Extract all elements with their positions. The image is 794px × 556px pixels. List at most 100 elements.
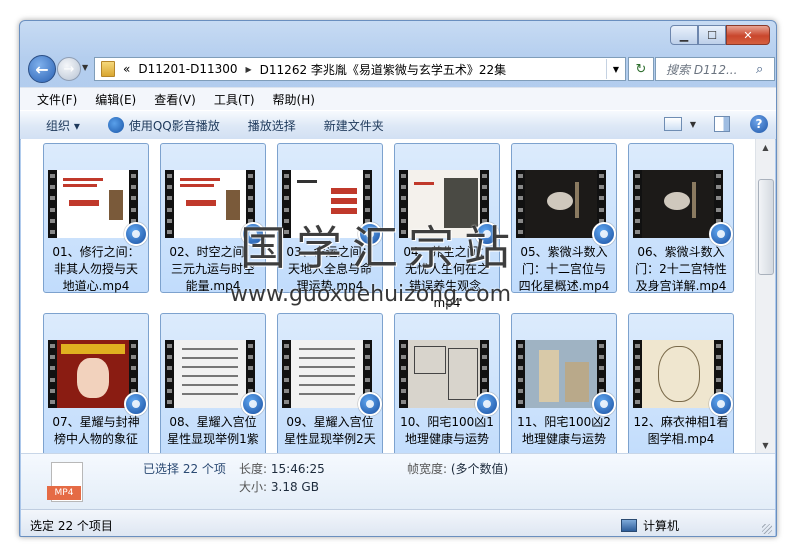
qq-play-label: 使用QQ影音播放	[128, 118, 220, 133]
file-name: 03、命运之间： 天地人全息与命 理运势.mp4	[280, 244, 380, 295]
file-name-line: 门：2十二宫特性	[635, 262, 727, 276]
file-name-line: 星性显现举例1紫	[167, 432, 259, 446]
address-dropdown-icon[interactable]: ▼	[606, 59, 625, 79]
file-name-line: 04、养生之间：	[403, 245, 491, 259]
preview-pane-icon[interactable]	[714, 116, 730, 132]
breadcrumb-item[interactable]: D11262 李兆胤《易道紫微与玄学五术》22集	[260, 61, 507, 78]
file-item[interactable]: 06、紫微斗数入 门：2十二宫特性 及身宫详解.mp4	[628, 143, 734, 293]
file-item[interactable]: 09、星耀入宫位 星性显现举例2天	[277, 313, 383, 453]
command-bar: 组织 ▾ 使用QQ影音播放 播放选择 新建文件夹 ▼ ?	[20, 110, 776, 140]
file-name: 11、阳宅100凶2 地理健康与运势	[514, 414, 614, 448]
scrollbar-thumb[interactable]	[758, 179, 774, 275]
qq-player-badge-icon	[709, 222, 733, 246]
file-name: 08、星耀入宫位 星性显现举例1紫	[163, 414, 263, 448]
file-item[interactable]: 04、养生之间： 无忧人生何在之 错误养生观念. mp4	[394, 143, 500, 310]
details-pane: MP4 已选择 22 个项 长度: 15:46:25 大小: 3.18 GB 帧…	[21, 453, 775, 510]
qq-player-icon	[107, 117, 124, 133]
recent-pages-dropdown[interactable]: ▼	[82, 63, 88, 72]
new-folder-button[interactable]: 新建文件夹	[324, 117, 384, 134]
help-button[interactable]: ?	[750, 115, 768, 133]
mp4-file-icon: MP4	[47, 462, 85, 506]
qq-player-badge-icon	[358, 392, 382, 416]
file-name: 07、星耀与封神 榜中人物的象征	[46, 414, 146, 448]
file-name: 12、麻衣神相1看 图学相.mp4	[631, 414, 731, 448]
file-item[interactable]: 02、时空之间： 三元九运与时空 能量.mp4	[160, 143, 266, 293]
breadcrumb-overflow[interactable]: «	[123, 62, 130, 76]
file-name-line: 天地人全息与命	[287, 262, 372, 276]
breadcrumb-item[interactable]: D11201-D11300	[138, 62, 237, 76]
file-item[interactable]: 07、星耀与封神 榜中人物的象征	[43, 313, 149, 453]
chevron-right-icon[interactable]: ▶	[246, 65, 252, 74]
file-name: 02、时空之间： 三元九运与时空 能量.mp4	[163, 244, 263, 295]
qq-player-badge-icon	[475, 392, 499, 416]
file-name: 06、紫微斗数入 门：2十二宫特性 及身宫详解.mp4	[631, 244, 731, 295]
menu-help[interactable]: 帮助(H)	[273, 91, 315, 108]
view-dropdown-icon[interactable]: ▼	[690, 120, 696, 129]
file-name-line: 能量.mp4	[185, 279, 241, 293]
resize-grip-icon[interactable]	[762, 524, 772, 534]
close-button[interactable]: ✕	[726, 25, 770, 45]
search-input[interactable]: 搜索 D112...	[656, 61, 756, 78]
file-item[interactable]: 12、麻衣神相1看 图学相.mp4	[628, 313, 734, 453]
qq-player-badge-icon	[358, 222, 382, 246]
refresh-button[interactable]: ↻	[628, 57, 654, 81]
search-icon[interactable]: ⌕	[756, 62, 774, 77]
file-name-line: 02、时空之间：	[169, 245, 257, 259]
framewidth-label: 帧宽度:	[407, 462, 448, 476]
file-name-line: 11、阳宅100凶2	[517, 415, 611, 429]
file-item[interactable]: 10、阳宅100凶1 地理健康与运势	[394, 313, 500, 453]
scroll-up-icon[interactable]: ▲	[756, 139, 775, 155]
qq-play-button[interactable]: 使用QQ影音播放	[107, 117, 220, 134]
organize-button[interactable]: 组织 ▾	[46, 117, 80, 134]
change-view-icon[interactable]	[663, 117, 682, 131]
maximize-button[interactable]: ☐	[698, 25, 726, 45]
file-name-line: 及身宫详解.mp4	[635, 279, 727, 293]
file-name: 10、阳宅100凶1 地理健康与运势	[397, 414, 497, 448]
file-item[interactable]: 05、紫微斗数入 门：十二宫位与 四化星概述.mp4	[511, 143, 617, 293]
file-name-line: 12、麻衣神相1看	[633, 415, 729, 429]
file-name-line: 理运势.mp4	[296, 279, 364, 293]
file-name-line: 地理健康与运势	[521, 432, 606, 446]
size-label: 大小:	[239, 480, 268, 494]
size-info: 大小: 3.18 GB	[239, 478, 319, 495]
search-box[interactable]: 搜索 D112... ⌕	[655, 57, 775, 81]
file-name-line: 07、星耀与封神	[52, 415, 140, 429]
file-name: 05、紫微斗数入 门：十二宫位与 四化星概述.mp4	[514, 244, 614, 295]
file-item[interactable]: 08、星耀入宫位 星性显现举例1紫	[160, 313, 266, 453]
scroll-down-icon[interactable]: ▼	[756, 437, 775, 453]
minimize-button[interactable]: ▁	[670, 25, 698, 45]
file-list: 01、修行之间： 非其人勿授与天 地道心.mp4 02、时空之间： 三元九运与时空 能量.…	[21, 139, 755, 453]
qq-player-badge-icon	[592, 222, 616, 246]
vertical-scrollbar[interactable]: ▲ ▼	[755, 139, 775, 453]
framewidth-info: 帧宽度: (多个数值)	[407, 460, 508, 477]
file-name-line: mp4	[433, 296, 461, 310]
file-item[interactable]: 01、修行之间： 非其人勿授与天 地道心.mp4	[43, 143, 149, 293]
address-bar[interactable]: « D11201-D11300 ▶ D11262 李兆胤《易道紫微与玄学五术》2…	[94, 57, 626, 81]
qq-player-badge-icon	[592, 392, 616, 416]
menu-bar: 文件(F) 编辑(E) 查看(V) 工具(T) 帮助(H)	[20, 87, 776, 110]
file-name-line: 06、紫微斗数入	[637, 245, 725, 259]
file-name-line: 非其人勿授与天	[53, 262, 138, 276]
file-item[interactable]: 03、命运之间： 天地人全息与命 理运势.mp4	[277, 143, 383, 293]
back-button[interactable]: ←	[28, 55, 56, 83]
file-name-line: 03、命运之间：	[286, 245, 374, 259]
file-name-line: 门：十二宫位与	[521, 262, 606, 276]
file-name-line: 无忧人生何在之	[404, 262, 489, 276]
selection-summary: 已选择 22 个项	[143, 462, 226, 476]
menu-view[interactable]: 查看(V)	[154, 91, 196, 108]
file-name-line: 错误养生观念.	[409, 279, 485, 293]
menu-tools[interactable]: 工具(T)	[214, 91, 255, 108]
file-name-line: 10、阳宅100凶1	[400, 415, 494, 429]
file-name-line: 图学相.mp4	[647, 432, 715, 446]
menu-file[interactable]: 文件(F)	[37, 91, 77, 108]
qq-player-badge-icon	[124, 222, 148, 246]
file-item[interactable]: 11、阳宅100凶2 地理健康与运势	[511, 313, 617, 453]
file-name: 01、修行之间： 非其人勿授与天 地道心.mp4	[46, 244, 146, 295]
length-info: 长度: 15:46:25	[239, 460, 325, 477]
status-location: 计算机	[621, 517, 679, 534]
forward-button[interactable]: →	[57, 57, 81, 81]
folder-icon	[101, 61, 115, 77]
menu-edit[interactable]: 编辑(E)	[95, 91, 136, 108]
length-label: 长度:	[239, 462, 268, 476]
play-selected-button[interactable]: 播放选择	[248, 117, 296, 134]
